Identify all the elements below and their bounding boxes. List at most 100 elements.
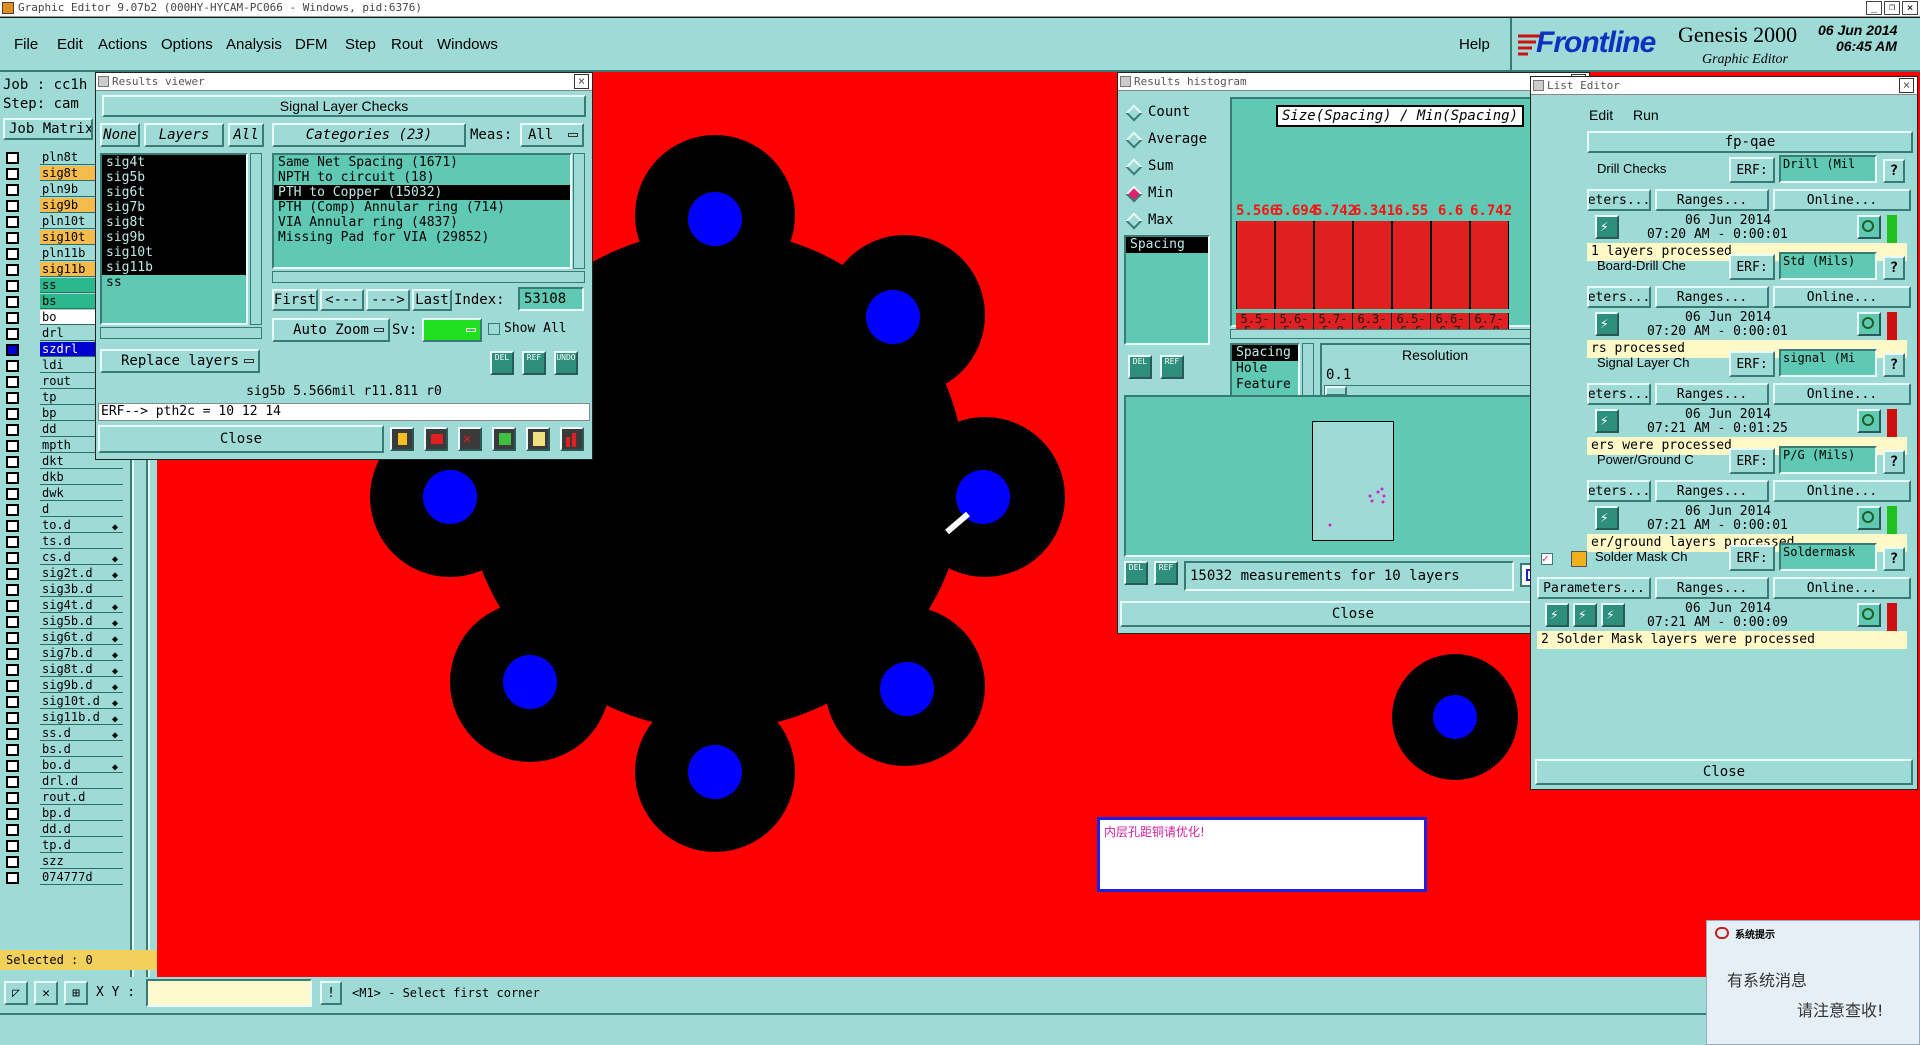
layer-row[interactable]: sig2t.d ◆: [0, 566, 125, 582]
list-item[interactable]: sig4t: [102, 155, 246, 170]
del-icon[interactable]: DEL: [1124, 561, 1148, 585]
run-all-icon[interactable]: ⚡: [1573, 603, 1597, 627]
list-item[interactable]: sig7b: [102, 200, 246, 215]
online-button[interactable]: Online...: [1773, 189, 1911, 211]
layer-clear-icon[interactable]: ✕: [458, 427, 482, 451]
layer-checkbox[interactable]: [6, 488, 19, 500]
layer-checkbox[interactable]: [6, 760, 19, 772]
layer-export-icon[interactable]: [492, 427, 516, 451]
layer-name[interactable]: bp.d: [40, 806, 123, 821]
layer-checkbox[interactable]: [6, 424, 19, 436]
ref-icon[interactable]: REF: [522, 351, 546, 375]
none-button[interactable]: None: [100, 123, 140, 147]
layer-filter-hscroll[interactable]: [100, 327, 262, 339]
sum-radio[interactable]: [1125, 158, 1143, 176]
erf-value[interactable]: Std (Mils): [1779, 252, 1877, 280]
layer-checkbox[interactable]: [6, 808, 19, 820]
erf-value[interactable]: Soldermask: [1779, 543, 1877, 571]
ranges-button[interactable]: Ranges...: [1655, 383, 1769, 405]
layer-row[interactable]: dd.d: [0, 822, 125, 838]
parameters-button[interactable]: eters...: [1587, 189, 1651, 211]
cross-mode-icon[interactable]: ✕: [34, 981, 58, 1005]
list-editor-menu-edit[interactable]: Edit: [1589, 107, 1613, 123]
sv-color-dropdown[interactable]: [422, 318, 482, 342]
layer-checkbox[interactable]: [6, 792, 19, 804]
layer-row[interactable]: ts.d: [0, 534, 125, 550]
menu-options[interactable]: Options: [161, 36, 213, 53]
list-item[interactable]: sig11b: [102, 260, 246, 275]
layer-name[interactable]: 074777d: [40, 870, 123, 885]
layer-name[interactable]: cs.d: [40, 550, 123, 565]
menu-rout[interactable]: Rout: [391, 36, 423, 53]
ranges-button[interactable]: Ranges...: [1655, 577, 1769, 599]
run-check-icon[interactable]: ⚡: [1595, 215, 1619, 239]
layer-row[interactable]: sig4t.d ◆: [0, 598, 125, 614]
count-radio[interactable]: [1125, 104, 1143, 122]
job-matrix-button[interactable]: Job Matrix: [3, 118, 93, 140]
categories-list[interactable]: Same Net Spacing (1671) NPTH to circuit (…: [272, 153, 572, 269]
check-name[interactable]: Solder Mask Ch: [1595, 549, 1687, 564]
show-all-checkbox[interactable]: [488, 323, 500, 335]
layer-name[interactable]: ss.d: [40, 726, 123, 741]
histogram-close-button[interactable]: Close: [1120, 601, 1586, 627]
close-icon[interactable]: ×: [1899, 78, 1914, 93]
erf-button[interactable]: ERF:: [1729, 545, 1775, 571]
check-name[interactable]: Signal Layer Ch: [1597, 355, 1690, 370]
layer-row[interactable]: tp.d: [0, 838, 125, 854]
select-mode-icon[interactable]: ◸: [4, 981, 28, 1005]
list-item[interactable]: Feature: [1232, 377, 1298, 393]
layer-row[interactable]: sig3b.d: [0, 582, 125, 598]
layer-checkbox[interactable]: [6, 632, 19, 644]
list-item[interactable]: sig9b: [102, 230, 246, 245]
help-button[interactable]: ?: [1883, 256, 1905, 280]
help-button[interactable]: ?: [1883, 450, 1905, 474]
index-field[interactable]: 53108: [518, 287, 584, 311]
parameters-button[interactable]: Parameters...: [1537, 577, 1651, 599]
layer-row[interactable]: dkb: [0, 470, 125, 486]
layer-row[interactable]: ss.d ◆: [0, 726, 125, 742]
system-notice-popup[interactable]: 系统提示 有系统消息 请注意查收!: [1706, 920, 1920, 1045]
list-item[interactable]: sig10t: [102, 245, 246, 260]
histogram-bar[interactable]: [1392, 221, 1431, 309]
erf-button[interactable]: ERF:: [1729, 254, 1775, 280]
histogram-bar[interactable]: [1470, 221, 1509, 309]
layer-checkbox[interactable]: [6, 456, 19, 468]
layer-name[interactable]: dwk: [40, 486, 123, 501]
ranges-button[interactable]: Ranges...: [1655, 286, 1769, 308]
check-name[interactable]: Power/Ground C: [1597, 452, 1694, 467]
del-icon[interactable]: DEL: [490, 351, 514, 375]
menu-file[interactable]: File: [14, 36, 38, 53]
histogram-bar[interactable]: [1275, 221, 1314, 309]
replace-layers-dropdown[interactable]: Replace layers: [100, 349, 260, 373]
layer-row[interactable]: bs.d: [0, 742, 125, 758]
list-editor-menu-run[interactable]: Run: [1633, 107, 1659, 123]
list-item[interactable]: VIA Annular ring (4837): [274, 215, 570, 230]
list-item[interactable]: NPTH to circuit (18): [274, 170, 570, 185]
list-item[interactable]: Hole: [1232, 361, 1298, 377]
layer-checkbox[interactable]: [6, 664, 19, 676]
results-viewer-close-button[interactable]: Close: [98, 425, 384, 453]
layer-checkbox[interactable]: [6, 856, 19, 868]
layer-checkbox[interactable]: [6, 472, 19, 484]
del-icon[interactable]: DEL: [1128, 355, 1152, 379]
layer-row[interactable]: sig7b.d ◆: [0, 646, 125, 662]
first-button[interactable]: First: [272, 289, 318, 311]
layer-name[interactable]: bo.d: [40, 758, 123, 773]
layer-checkbox[interactable]: [6, 712, 19, 724]
layer-name[interactable]: sig3b.d: [40, 582, 123, 597]
run-check-icon[interactable]: ⚡: [1601, 603, 1625, 627]
check-name[interactable]: Board-Drill Che: [1597, 258, 1686, 273]
maximize-button[interactable]: ❐: [1884, 1, 1900, 15]
menu-help[interactable]: Help: [1459, 36, 1490, 53]
layer-checkbox[interactable]: [6, 392, 19, 404]
histogram-bar[interactable]: [1314, 221, 1353, 309]
layer-checkbox[interactable]: [6, 296, 19, 308]
grid-mode-icon[interactable]: ⊞: [64, 981, 88, 1005]
xy-input[interactable]: [146, 979, 312, 1007]
average-radio[interactable]: [1125, 131, 1143, 149]
list-item[interactable]: Missing Pad for VIA (29852): [274, 230, 570, 245]
list-item[interactable]: PTH (Comp) Annular ring (714): [274, 200, 570, 215]
parameters-button[interactable]: eters...: [1587, 383, 1651, 405]
layer-row[interactable]: sig9b.d ◆: [0, 678, 125, 694]
layer-checkbox[interactable]: [6, 776, 19, 788]
